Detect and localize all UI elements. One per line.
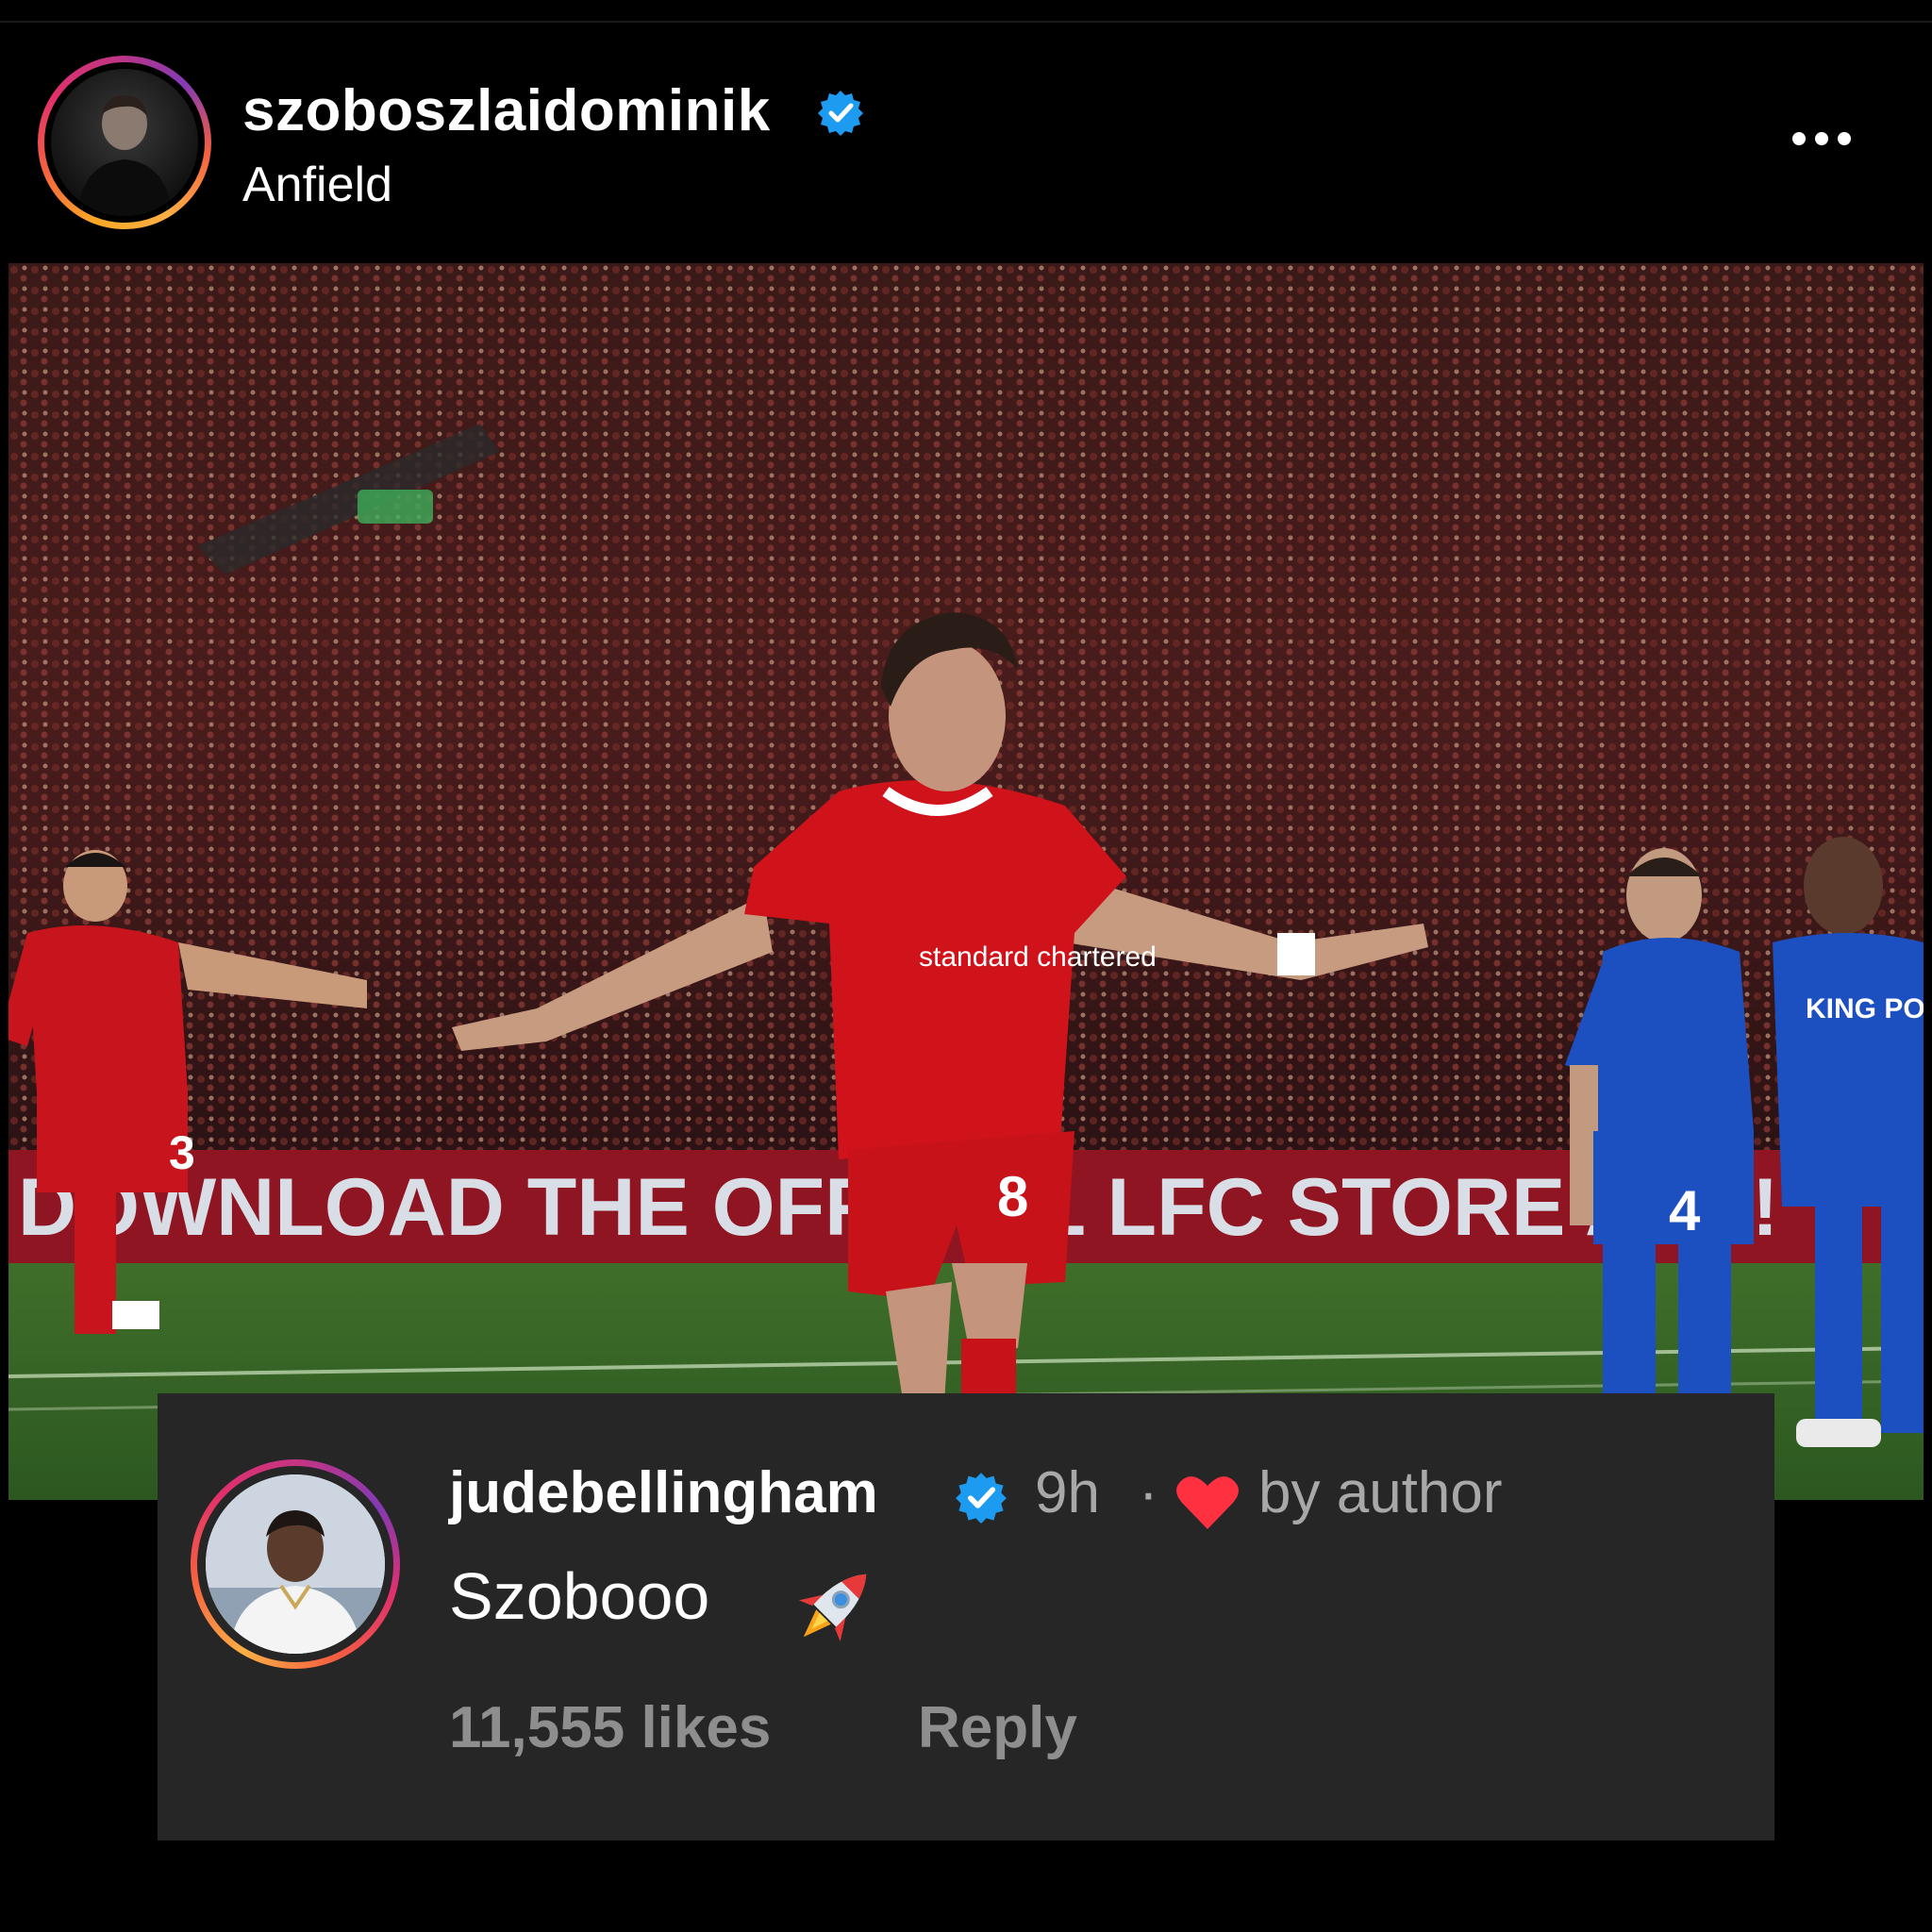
svg-text:standard chartered: standard chartered bbox=[919, 941, 1157, 973]
post-author-avatar[interactable] bbox=[38, 56, 211, 229]
svg-text:8: 8 bbox=[997, 1165, 1028, 1228]
heart-icon bbox=[1176, 1476, 1239, 1529]
separator-dot: · bbox=[1139, 1460, 1158, 1525]
svg-text:3: 3 bbox=[169, 1126, 195, 1179]
featured-comment: judebellingham 9h · by author Szobooo 11… bbox=[158, 1393, 1774, 1840]
verified-badge-icon bbox=[818, 91, 863, 136]
verified-badge-icon bbox=[956, 1473, 1007, 1524]
more-options-icon[interactable] bbox=[1779, 123, 1864, 160]
svg-text:KING POWER: KING POWER bbox=[1806, 993, 1924, 1024]
commenter-username[interactable]: judebellingham bbox=[449, 1459, 878, 1526]
post-location[interactable]: Anfield bbox=[242, 157, 392, 213]
commenter-avatar[interactable] bbox=[191, 1459, 400, 1669]
reply-button[interactable]: Reply bbox=[918, 1694, 1077, 1761]
comment-likes-count[interactable]: 11,555 likes bbox=[449, 1694, 771, 1761]
post-photo[interactable]: DOWNLOAD THE OFFICIAL LFC STORE APP! 3 bbox=[8, 263, 1924, 1500]
svg-text:4: 4 bbox=[1669, 1179, 1701, 1242]
comment-text: Szobooo bbox=[449, 1559, 710, 1633]
post-username[interactable]: szoboszlaidominik bbox=[242, 77, 771, 144]
top-divider bbox=[0, 21, 1932, 23]
comment-timestamp: 9h bbox=[1035, 1460, 1100, 1525]
rocket-icon bbox=[798, 1574, 867, 1642]
liked-by-author-label: by author bbox=[1258, 1460, 1503, 1525]
